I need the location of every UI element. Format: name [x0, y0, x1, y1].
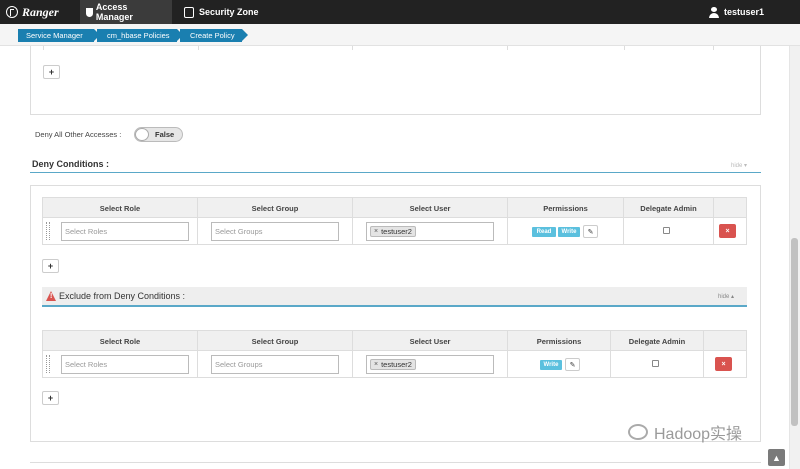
scrollbar-thumb[interactable] [791, 238, 798, 426]
col-select-group: Select Group [198, 198, 353, 219]
divider [352, 46, 353, 50]
cell-group: Select Groups [198, 351, 353, 377]
exclude-deny-header: ! Exclude from Deny Conditions : hide ▴ [42, 287, 747, 307]
breadcrumb-service-manager[interactable]: Service Manager [18, 29, 100, 42]
toggle-value: False [155, 130, 175, 139]
user-menu[interactable]: testuser1 [708, 0, 764, 24]
col-delegate-admin: Delegate Admin [624, 198, 714, 219]
cell-user: × testuser2 [353, 218, 508, 244]
user-tag: × testuser2 [370, 359, 416, 370]
select-roles-input[interactable]: Select Roles [61, 355, 189, 374]
exclude-deny-title: Exclude from Deny Conditions : [59, 291, 186, 301]
user-icon [708, 6, 719, 18]
divider [507, 46, 508, 50]
divider [198, 46, 199, 50]
deny-all-label: Deny All Other Accesses : [35, 130, 122, 139]
col-permissions: Permissions [508, 198, 624, 219]
deny-conditions-hide-link[interactable]: hide ▾ [731, 162, 747, 169]
cell-permissions: Read Write ✎ [508, 218, 624, 244]
warning-icon: ! [46, 291, 56, 301]
col-select-user: Select User [353, 198, 508, 219]
ranger-logo-icon [6, 6, 18, 18]
deny-conditions-table: Select Role Select Group Select User Per… [42, 197, 747, 246]
section-divider [30, 172, 761, 173]
wechat-icon [628, 424, 648, 440]
col-delegate-admin: Delegate Admin [611, 331, 704, 352]
breadcrumb: Service Manager cm_hbase Policies Create… [0, 24, 800, 46]
col-select-role: Select Role [43, 331, 198, 352]
brand-name: Ranger [22, 4, 59, 19]
exclude-deny-hide-link[interactable]: hide ▴ [718, 293, 734, 300]
hide-link-label: hide [718, 294, 730, 300]
add-deny-row-button[interactable]: + [42, 259, 59, 273]
select-users-input[interactable]: × testuser2 [366, 222, 494, 241]
col-select-user: Select User [353, 331, 508, 352]
user-tag-label: testuser2 [381, 227, 412, 236]
remove-row-button[interactable]: × [715, 357, 732, 371]
brand-logo[interactable]: Ranger [6, 4, 59, 20]
nav-security-zone[interactable]: Security Zone [178, 0, 265, 24]
watermark: Hadoop实操 [628, 420, 742, 444]
edit-permissions-icon[interactable]: ✎ [583, 225, 598, 238]
permission-write-badge: Write [540, 360, 562, 370]
nav-access-manager[interactable]: Access Manager [80, 0, 172, 24]
nav-access-manager-label: Access Manager [95, 2, 133, 22]
nav-security-zone-label: Security Zone [199, 7, 259, 17]
allow-conditions-panel: + [30, 46, 761, 115]
cell-permissions: Write ✎ [508, 351, 611, 377]
divider [30, 462, 761, 463]
table-header: Select Role Select Group Select User Per… [42, 330, 747, 352]
cell-role: Select Roles [43, 351, 198, 377]
divider [713, 46, 714, 50]
remove-tag-icon[interactable]: × [374, 228, 378, 235]
select-roles-input[interactable]: Select Roles [61, 222, 189, 241]
watermark-text: Hadoop实操 [654, 426, 743, 443]
permission-read-badge: Read [532, 227, 556, 237]
delegate-admin-checkbox[interactable] [663, 227, 670, 234]
top-navbar: Ranger Access Manager Security Zone test… [0, 0, 800, 24]
table-row: Select Roles Select Groups × testuser2 Re… [42, 218, 747, 245]
add-exclude-row-button[interactable]: + [42, 391, 59, 405]
col-select-role: Select Role [43, 198, 198, 219]
shield-icon [86, 7, 93, 17]
select-users-input[interactable]: × testuser2 [366, 355, 494, 374]
toggle-knob [135, 128, 149, 141]
user-tag-label: testuser2 [381, 360, 412, 369]
cell-user: × testuser2 [353, 351, 508, 377]
delegate-admin-checkbox[interactable] [652, 360, 659, 367]
breadcrumb-policies[interactable]: cm_hbase Policies [97, 29, 183, 42]
deny-all-toggle[interactable]: False [134, 127, 183, 142]
table-row: Select Roles Select Groups × testuser2 Wr… [42, 351, 747, 378]
cell-delegate-admin [624, 218, 714, 244]
select-groups-input[interactable]: Select Groups [211, 355, 339, 374]
divider [624, 46, 625, 50]
col-select-group: Select Group [198, 331, 353, 352]
divider [43, 46, 44, 50]
username: testuser1 [723, 7, 764, 17]
remove-row-button[interactable]: × [719, 224, 736, 238]
select-groups-input[interactable]: Select Groups [211, 222, 339, 241]
cell-role: Select Roles [43, 218, 198, 244]
deny-conditions-title: Deny Conditions : [32, 159, 109, 169]
edit-permissions-icon[interactable]: ✎ [565, 358, 580, 371]
cell-group: Select Groups [198, 218, 353, 244]
remove-tag-icon[interactable]: × [374, 361, 378, 368]
breadcrumb-create-policy[interactable]: Create Policy [180, 29, 248, 42]
hide-link-label: hide [731, 163, 743, 169]
scroll-to-top-button[interactable]: ▲ [768, 449, 785, 466]
zone-icon [184, 6, 194, 18]
exclude-deny-table: Select Role Select Group Select User Per… [42, 330, 747, 379]
add-allow-row-button[interactable]: + [43, 65, 60, 79]
permission-write-badge: Write [558, 227, 580, 237]
user-tag: × testuser2 [370, 226, 416, 237]
col-permissions: Permissions [508, 331, 611, 352]
table-header: Select Role Select Group Select User Per… [42, 197, 747, 219]
cell-delegate-admin [611, 351, 704, 377]
